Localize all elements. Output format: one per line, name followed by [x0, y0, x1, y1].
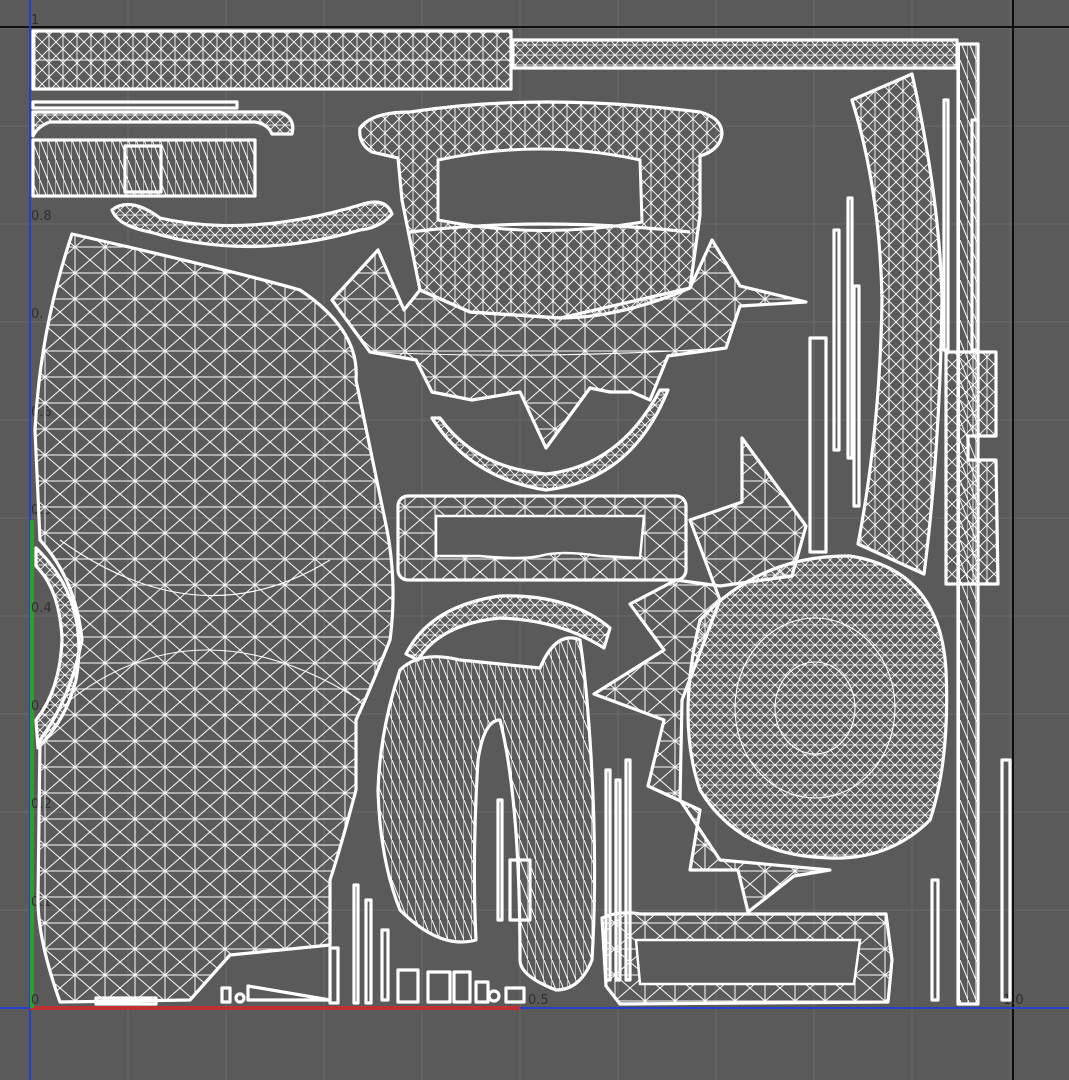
uv-shell-mid-frame[interactable]: [396, 494, 688, 582]
tick-u-0-5: 0.5: [528, 993, 549, 1008]
uv-shell-right-bow-tie[interactable]: [944, 350, 1000, 586]
tick-v-1: 1: [31, 13, 39, 28]
tick-v-0-8: 0.8: [31, 209, 52, 224]
uv-shell-round-disc[interactable]: [686, 554, 949, 860]
uv-shell-bottom-frame[interactable]: [600, 911, 894, 1006]
tick-v-0-4: 0.4: [31, 601, 52, 616]
tick-v-0: 0: [31, 993, 39, 1008]
uv-shell-top-strip[interactable]: [31, 29, 513, 91]
uv-editor-viewport[interactable]: 1 0.8 0. 0.6 0.5 0.4 0.3 0.2 0.1 0 0.5 1…: [0, 0, 1069, 1080]
uv-shell-long-top-strip[interactable]: [511, 38, 959, 70]
tick-v-0-7: 0.: [31, 307, 43, 322]
uv-layout-canvas[interactable]: 1 0.8 0. 0.6 0.5 0.4 0.3 0.2 0.1 0 0.5 1…: [0, 0, 1069, 1080]
uv-shell-segments-block[interactable]: [31, 138, 257, 198]
